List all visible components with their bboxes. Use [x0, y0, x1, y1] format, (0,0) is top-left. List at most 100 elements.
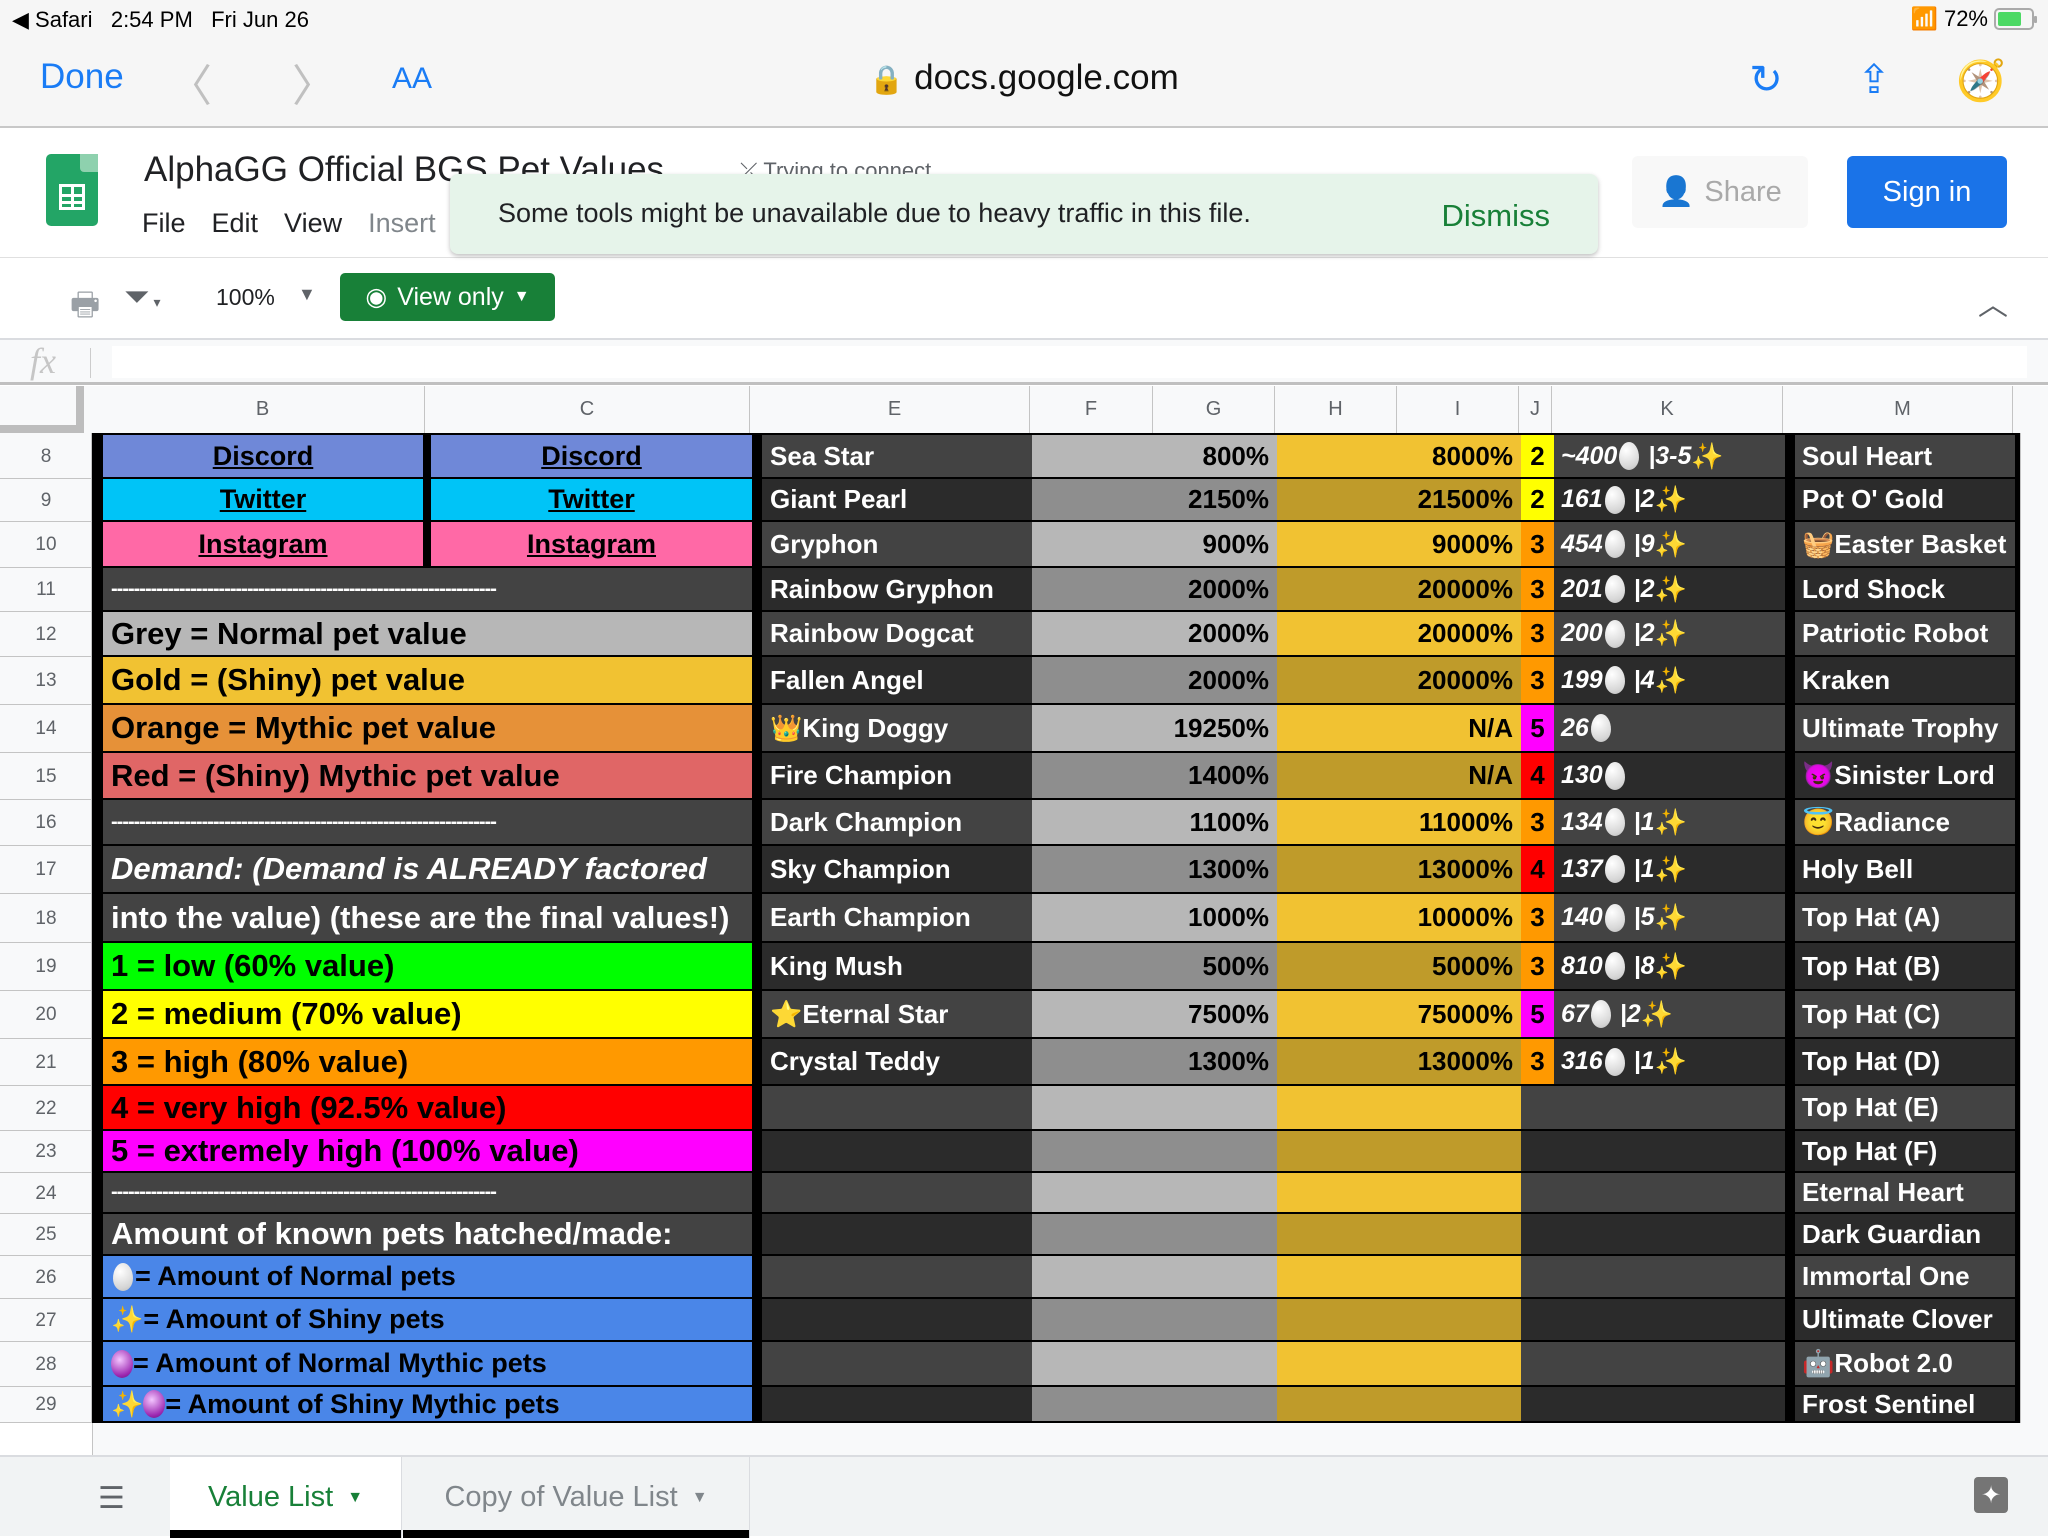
column-header-f[interactable]: F	[1030, 386, 1153, 433]
row-header[interactable]: 12	[0, 612, 92, 657]
pet-name: ⭐ Eternal Star	[762, 991, 1032, 1037]
explore-icon[interactable]: ✦	[1974, 1477, 2008, 1513]
demand-value: 3	[1521, 800, 1554, 844]
compass-icon[interactable]: 🧭	[1953, 52, 2009, 108]
row-header[interactable]: 22	[0, 1086, 92, 1131]
tab-value-list[interactable]: Value List ▼	[170, 1457, 402, 1538]
row-header[interactable]: 20	[0, 991, 92, 1039]
menu-view[interactable]: View	[284, 208, 342, 239]
shiny-count: 1	[1640, 807, 1655, 836]
shiny-value: 21500%	[1277, 479, 1521, 520]
pet-name-text: Fire Champion	[770, 760, 953, 790]
row-header[interactable]: 15	[0, 753, 92, 800]
pet-name-text: Giant Pearl	[770, 484, 908, 514]
column-header-b[interactable]: B	[101, 386, 425, 433]
row-header[interactable]: 11	[0, 568, 92, 612]
row-header[interactable]: 9	[0, 479, 92, 522]
menu-file[interactable]: File	[142, 208, 186, 239]
chevron-down-icon[interactable]: ▼	[298, 284, 316, 305]
column-header-h[interactable]: H	[1275, 386, 1397, 433]
menu-edit[interactable]: Edit	[212, 208, 259, 239]
m-pet-name: Frost Sentinel	[1795, 1387, 2015, 1421]
m-pet-name: Kraken	[1795, 657, 2015, 703]
link-twitter[interactable]: Twitter	[431, 479, 752, 520]
formula-input[interactable]	[112, 346, 2027, 378]
sign-in-button[interactable]: Sign in	[1847, 156, 2007, 228]
link-discord[interactable]: Discord	[431, 435, 752, 477]
link-twitter[interactable]: Twitter	[103, 479, 423, 520]
column-header-g[interactable]: G	[1153, 386, 1275, 433]
menu-insert[interactable]: Insert	[368, 208, 436, 239]
shiny-star-icon: ✨	[1654, 664, 1687, 695]
shiny-count: 2	[1640, 619, 1655, 647]
row-header[interactable]: 10	[0, 522, 92, 568]
amount-label: = Amount of Normal Mythic pets	[133, 1348, 547, 1378]
column-header-c[interactable]: C	[425, 386, 750, 433]
hatch-counts: 201 | 2 ✨	[1554, 568, 1785, 610]
row-header[interactable]: 26	[0, 1256, 92, 1299]
shiny-count: 2	[1640, 485, 1655, 513]
print-icon[interactable]: 🖶	[70, 282, 100, 336]
egg-icon	[1604, 952, 1625, 980]
link-discord[interactable]: Discord	[103, 435, 423, 477]
m-pet-name: 🤖 Robot 2.0	[1795, 1342, 2015, 1385]
grid-bottom	[92, 1423, 2048, 1455]
column-header-i[interactable]: I	[1397, 386, 1519, 433]
zoom-select[interactable]: 100%	[216, 284, 275, 311]
row-header[interactable]: 14	[0, 705, 92, 753]
row-header[interactable]: 21	[0, 1039, 92, 1086]
column-header-j[interactable]: J	[1519, 386, 1552, 433]
link-instagram[interactable]: Instagram	[103, 522, 423, 566]
row-header[interactable]: 17	[0, 846, 92, 894]
normal-count: 137	[1561, 854, 1603, 883]
row-header[interactable]: 23	[0, 1131, 92, 1173]
row-header[interactable]: 25	[0, 1214, 92, 1256]
empty-cell	[762, 1086, 1032, 1129]
shiny-value: 20000%	[1277, 657, 1521, 703]
empty-cell	[762, 1173, 1032, 1212]
pet-emoji-icon: 😇	[1802, 806, 1835, 837]
empty-cell	[1521, 1342, 1785, 1385]
pet-name: 👑 King Doggy	[762, 705, 1032, 751]
row-header[interactable]: 19	[0, 943, 92, 991]
row-header[interactable]: 13	[0, 657, 92, 705]
normal-count: 130	[1561, 761, 1603, 789]
status-left: ◀ Safari 2:54 PM Fri Jun 26	[12, 7, 309, 32]
view-only-button[interactable]: ◉ View only ▼	[340, 273, 555, 321]
share-button[interactable]: 👤 Share	[1632, 156, 1808, 228]
sheets-logo-icon[interactable]	[46, 154, 98, 226]
shiny-count: 3-5	[1655, 441, 1692, 470]
egg-icon	[1604, 855, 1625, 883]
empty-cell	[1277, 1131, 1521, 1171]
m-pet-name-text: Patriotic Robot	[1802, 618, 1989, 648]
row-header[interactable]: 16	[0, 800, 92, 846]
select-all-corner[interactable]	[0, 386, 84, 433]
demand-5: 5 = extremely high (100% value)	[103, 1131, 752, 1171]
all-sheets-menu-icon[interactable]: ☰	[98, 1481, 125, 1516]
fx-icon: fx	[30, 341, 56, 381]
collapse-chevron-icon[interactable]: ︿	[1978, 280, 2008, 324]
column-header-e[interactable]: E	[760, 386, 1030, 433]
row-header[interactable]: 27	[0, 1299, 92, 1342]
tab-copy-of-value-list[interactable]: Copy of Value List ▼	[403, 1457, 750, 1538]
empty-cell	[1521, 1131, 1785, 1171]
row-header[interactable]: 28	[0, 1342, 92, 1387]
column-header-k[interactable]: K	[1552, 386, 1783, 433]
column-header-m[interactable]: M	[1793, 386, 2013, 433]
m-pet-name: Top Hat (D)	[1795, 1039, 2015, 1084]
row-header[interactable]: 29	[0, 1387, 92, 1423]
filter-icon[interactable]: ⏷ ▾	[124, 278, 161, 316]
share-icon[interactable]: ⇪	[1846, 52, 1902, 108]
m-pet-name-text: Robot 2.0	[1834, 1348, 1953, 1378]
row-header[interactable]: 18	[0, 894, 92, 943]
pet-emoji-icon: 🤖	[1802, 1348, 1835, 1378]
link-instagram[interactable]: Instagram	[431, 522, 752, 566]
m-pet-name: Pot O' Gold	[1795, 479, 2015, 520]
empty-cell	[762, 1214, 1032, 1254]
row-header[interactable]: 24	[0, 1173, 92, 1214]
dismiss-button[interactable]: Dismiss	[1442, 198, 1551, 234]
reload-icon[interactable]: ↻	[1738, 52, 1794, 108]
normal-count: 67	[1561, 999, 1589, 1028]
row-header[interactable]: 8	[0, 435, 92, 479]
m-pet-name-text: Immortal One	[1802, 1261, 1970, 1291]
